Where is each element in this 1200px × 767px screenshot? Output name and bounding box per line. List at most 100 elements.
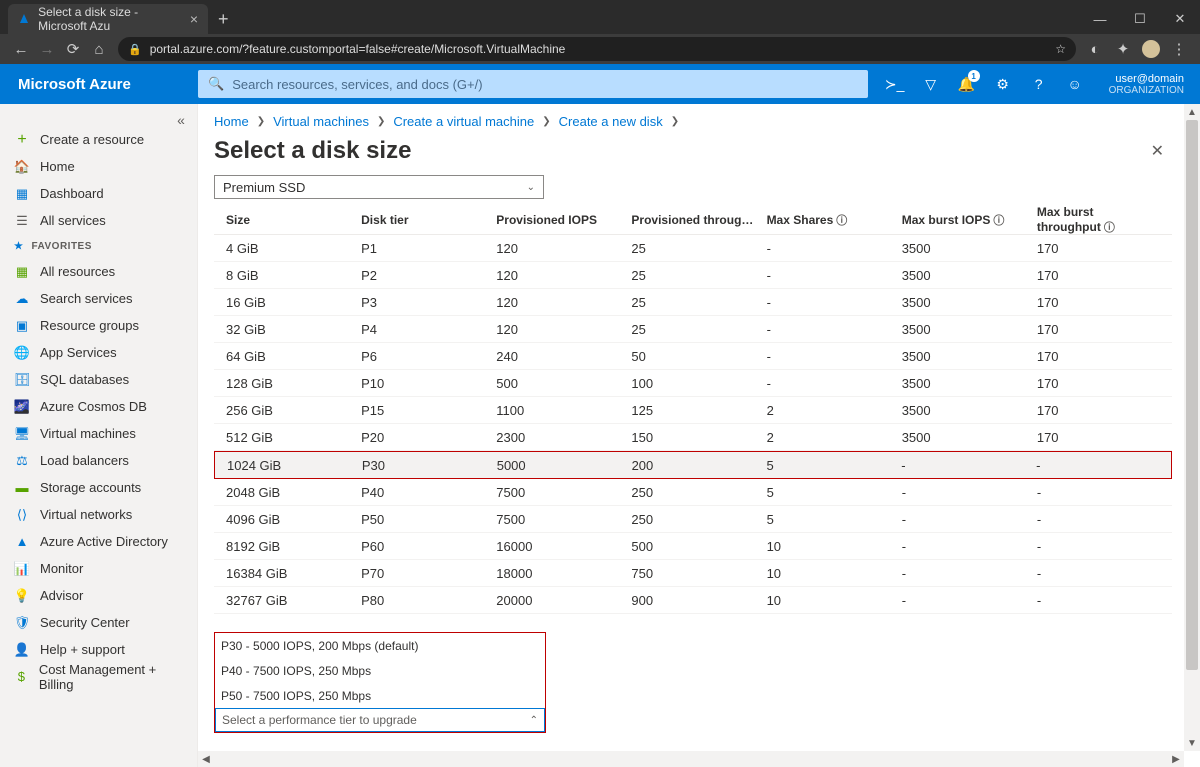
tab-close-icon[interactable]: × (190, 11, 198, 27)
back-button[interactable]: ← (8, 36, 34, 62)
sidebar-item-storage[interactable]: ▬Storage accounts (0, 474, 197, 501)
col-throughput[interactable]: Provisioned throug… (631, 213, 766, 227)
app-services-icon: 🌐 (14, 345, 30, 361)
ext-icon-1[interactable]: ◐ (1082, 36, 1108, 62)
url-input[interactable]: 🔒 portal.azure.com/?feature.customportal… (118, 37, 1076, 61)
col-burst-iops[interactable]: Max burst IOPSⓘ (902, 212, 1037, 228)
disk-type-value: Premium SSD (223, 180, 305, 195)
sidebar-item-cosmos[interactable]: 🌌Azure Cosmos DB (0, 393, 197, 420)
scroll-up-arrow[interactable]: ▲ (1184, 104, 1200, 120)
table-row[interactable]: 64 GiBP624050-3500170 (214, 343, 1172, 370)
perf-tier-option[interactable]: P50 - 7500 IOPS, 250 Mbps (215, 683, 545, 708)
chevron-right-icon: ❯ (377, 116, 385, 127)
feedback-icon[interactable]: ☺ (1057, 64, 1093, 104)
disk-type-dropdown[interactable]: Premium SSD ⌄ (214, 175, 544, 199)
horizontal-scrollbar[interactable]: ◀ ▶ (198, 751, 1184, 767)
col-tier[interactable]: Disk tier (361, 213, 496, 227)
sidebar-item-aad[interactable]: ▲Azure Active Directory (0, 528, 197, 555)
search-input[interactable]: 🔍 Search resources, services, and docs (… (198, 70, 868, 98)
sidebar-item-home[interactable]: 🏠Home (0, 153, 197, 180)
breadcrumb-vms[interactable]: Virtual machines (273, 114, 369, 129)
perf-tier-option[interactable]: P30 - 5000 IOPS, 200 Mbps (default) (215, 633, 545, 658)
close-window-button[interactable]: ✕ (1160, 4, 1200, 34)
table-row[interactable]: 256 GiBP15110012523500170 (214, 397, 1172, 424)
sidebar-item-all-resources[interactable]: ▦All resources (0, 258, 197, 285)
sidebar-favorites-header: ★FAVORITES (0, 234, 197, 258)
col-iops[interactable]: Provisioned IOPS (496, 213, 631, 227)
sidebar-item-advisor[interactable]: 💡Advisor (0, 582, 197, 609)
browser-tab[interactable]: Select a disk size - Microsoft Azu × (8, 4, 208, 34)
info-icon[interactable]: ⓘ (836, 215, 847, 227)
sidebar-item-label: Load balancers (40, 453, 129, 468)
sidebar-item-dashboard[interactable]: ▦Dashboard (0, 180, 197, 207)
table-row[interactable]: 4 GiBP112025-3500170 (214, 235, 1172, 262)
perf-tier-option[interactable]: P40 - 7500 IOPS, 250 Mbps (215, 658, 545, 683)
cloud-shell-icon[interactable]: ≻_ (877, 64, 913, 104)
sidebar-item-app-services[interactable]: 🌐App Services (0, 339, 197, 366)
scrollbar-thumb[interactable] (1186, 120, 1198, 670)
browser-menu-icon[interactable]: ⋮ (1166, 36, 1192, 62)
table-row[interactable]: 512 GiBP20230015023500170 (214, 424, 1172, 451)
info-icon[interactable]: ⓘ (993, 215, 1004, 227)
list-icon: ☰ (14, 213, 30, 229)
col-burst-tp[interactable]: Max burst throughputⓘ (1037, 205, 1172, 235)
sidebar-item-label: SQL databases (40, 372, 129, 387)
directory-filter-icon[interactable]: ▽ (913, 64, 949, 104)
collapse-sidebar-icon[interactable]: « (171, 110, 191, 130)
vertical-scrollbar[interactable]: ▲ ▼ (1184, 104, 1200, 751)
cell-iops: 7500 (496, 512, 631, 527)
cell-tier: P60 (361, 539, 496, 554)
col-shares[interactable]: Max Sharesⓘ (767, 212, 902, 228)
table-row[interactable]: 16384 GiBP701800075010-- (214, 560, 1172, 587)
cell-btp: - (1037, 539, 1172, 554)
scroll-right-arrow[interactable]: ▶ (1168, 751, 1184, 767)
sidebar-item-monitor[interactable]: 📊Monitor (0, 555, 197, 582)
sidebar-item-vnets[interactable]: ⟨⟩Virtual networks (0, 501, 197, 528)
sidebar-item-search-services[interactable]: ☁Search services (0, 285, 197, 312)
vm-icon: 🖥 (14, 426, 30, 442)
table-row[interactable]: 2048 GiBP4075002505-- (214, 479, 1172, 506)
table-row[interactable]: 1024 GiBP3050002005-- (214, 451, 1172, 479)
new-tab-button[interactable]: + (208, 4, 239, 34)
sidebar-item-resource-groups[interactable]: ▣Resource groups (0, 312, 197, 339)
breadcrumb-home[interactable]: Home (214, 114, 249, 129)
table-row[interactable]: 8192 GiBP601600050010-- (214, 533, 1172, 560)
sidebar-item-security[interactable]: 🛡Security Center (0, 609, 197, 636)
sidebar-item-help[interactable]: 👤Help + support (0, 636, 197, 663)
scroll-left-arrow[interactable]: ◀ (198, 751, 214, 767)
profile-avatar[interactable] (1138, 36, 1164, 62)
sidebar-item-all-services[interactable]: ☰All services (0, 207, 197, 234)
reload-button[interactable]: ⟳ (60, 36, 86, 62)
forward-button[interactable]: → (34, 36, 60, 62)
extensions-icon[interactable]: ✦ (1110, 36, 1136, 62)
star-icon[interactable]: ☆ (1055, 42, 1066, 56)
table-row[interactable]: 8 GiBP212025-3500170 (214, 262, 1172, 289)
col-size[interactable]: Size (226, 213, 361, 227)
performance-tier-dropdown[interactable]: Select a performance tier to upgrade ⌃ (215, 708, 545, 732)
maximize-button[interactable]: ☐ (1120, 4, 1160, 34)
cell-shares: - (767, 322, 902, 337)
notifications-icon[interactable]: 🔔1 (949, 64, 985, 104)
table-row[interactable]: 16 GiBP312025-3500170 (214, 289, 1172, 316)
azure-brand[interactable]: Microsoft Azure (0, 76, 198, 93)
breadcrumb-create-disk[interactable]: Create a new disk (559, 114, 663, 129)
sidebar-item-cost[interactable]: $Cost Management + Billing (0, 663, 197, 690)
table-row[interactable]: 32767 GiBP802000090010-- (214, 587, 1172, 614)
sidebar-item-sql[interactable]: 🗄SQL databases (0, 366, 197, 393)
close-blade-button[interactable]: ✕ (1151, 141, 1164, 161)
table-row[interactable]: 128 GiBP10500100-3500170 (214, 370, 1172, 397)
home-button[interactable]: ⌂ (86, 36, 112, 62)
settings-icon[interactable]: ⚙ (985, 64, 1021, 104)
user-menu[interactable]: user@domain ORGANIZATION (1093, 73, 1200, 96)
sidebar-item-load-balancers[interactable]: ⚖Load balancers (0, 447, 197, 474)
minimize-button[interactable]: ― (1080, 4, 1120, 34)
sidebar-item-vms[interactable]: 🖥Virtual machines (0, 420, 197, 447)
table-row[interactable]: 32 GiBP412025-3500170 (214, 316, 1172, 343)
sidebar-item-create[interactable]: +Create a resource (0, 126, 197, 153)
help-icon[interactable]: ? (1021, 64, 1057, 104)
table-row[interactable]: 4096 GiBP5075002505-- (214, 506, 1172, 533)
cell-biops: - (902, 485, 1037, 500)
breadcrumb-create-vm[interactable]: Create a virtual machine (393, 114, 534, 129)
info-icon[interactable]: ⓘ (1104, 222, 1115, 234)
scroll-down-arrow[interactable]: ▼ (1184, 735, 1200, 751)
